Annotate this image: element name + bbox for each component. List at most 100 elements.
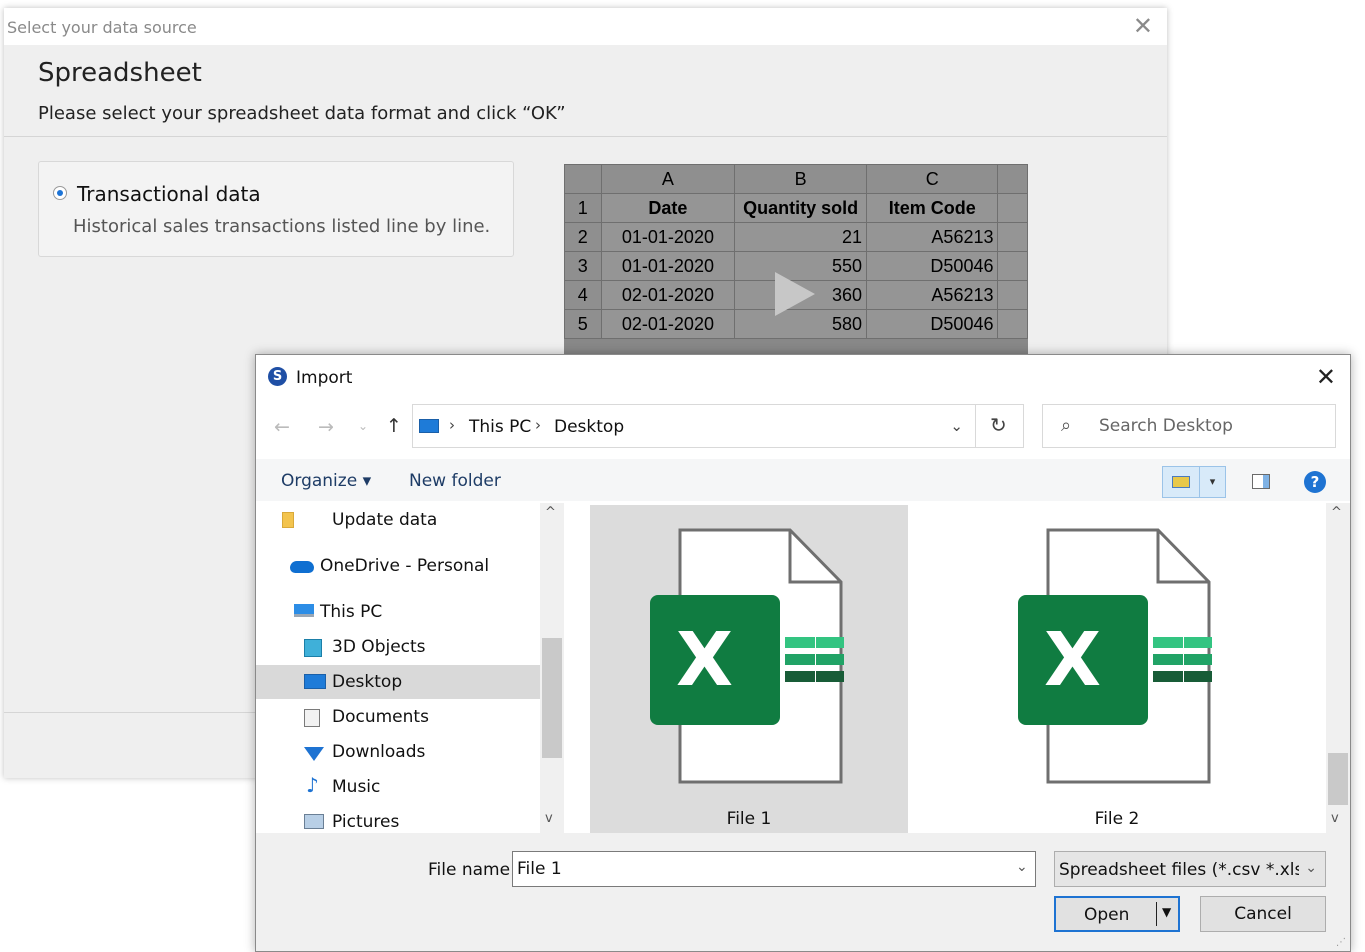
- nav-item-label: Music: [332, 777, 381, 797]
- documents-icon: [304, 709, 320, 727]
- table-cell: [997, 251, 1028, 281]
- address-bar[interactable]: › This PC › Desktop ⌄: [412, 404, 976, 448]
- nav-item-label: Update data: [332, 510, 438, 530]
- cloud-icon: [290, 561, 314, 573]
- row-header: 2: [564, 222, 602, 252]
- play-icon[interactable]: [775, 272, 815, 316]
- column-header-extra: [997, 164, 1028, 194]
- table-cell: [997, 280, 1028, 310]
- refresh-icon: ↻: [990, 413, 1007, 437]
- dialog-footer: File name: ⌄ Spreadsheet files (*.csv *.…: [256, 833, 1350, 951]
- excel-letter: X: [1044, 617, 1102, 703]
- nav-item-desktop[interactable]: Desktop: [256, 665, 540, 699]
- organize-button[interactable]: Organize ▾: [281, 471, 371, 491]
- table-cell: [997, 193, 1028, 223]
- scroll-thumb[interactable]: [542, 638, 562, 758]
- scroll-down-icon[interactable]: v: [545, 811, 553, 826]
- folder-icon: [282, 512, 294, 528]
- cancel-button[interactable]: Cancel: [1200, 896, 1326, 932]
- open-button[interactable]: Open ▼: [1054, 896, 1180, 932]
- open-button-label: Open: [1084, 905, 1130, 925]
- new-folder-button[interactable]: New folder: [409, 471, 501, 491]
- close-icon[interactable]: ✕: [1316, 363, 1336, 391]
- download-icon: [304, 747, 324, 761]
- forward-arrow-icon[interactable]: →: [318, 416, 334, 438]
- nav-item-label: Pictures: [332, 812, 400, 832]
- scroll-up-icon[interactable]: ^: [1331, 505, 1342, 520]
- nav-item-label: OneDrive - Personal: [320, 556, 490, 576]
- file-name-input[interactable]: [512, 851, 1036, 887]
- table-cell: 01-01-2020: [600, 251, 736, 281]
- close-icon[interactable]: ✕: [1133, 12, 1153, 40]
- navigation-pane: Update data OneDrive - Personal This PC …: [256, 503, 564, 833]
- divider: [4, 136, 1167, 137]
- nav-item-label: 3D Objects: [332, 637, 426, 657]
- breadcrumb-separator-icon[interactable]: ›: [449, 416, 455, 434]
- page-title: Spreadsheet: [38, 58, 202, 88]
- table-cell: Quantity sold: [734, 193, 868, 223]
- table-cell: D50046: [866, 309, 999, 339]
- dialog-title: Select your data source: [7, 18, 197, 37]
- nav-item-label: Downloads: [332, 742, 426, 762]
- file-item[interactable]: X File 2: [958, 505, 1276, 833]
- preview-pane-icon[interactable]: [1252, 474, 1270, 489]
- files-scrollbar[interactable]: ^ v: [1326, 503, 1350, 833]
- row-header: 1: [564, 193, 602, 223]
- column-header: C: [866, 164, 999, 194]
- file-type-select[interactable]: Spreadsheet files (*.csv *.xls *.xlsx) ⌄: [1054, 851, 1326, 887]
- command-bar: Organize ▾ New folder ▾ ?: [256, 459, 1350, 501]
- recent-locations-icon[interactable]: ⌄: [358, 419, 368, 433]
- table-cell: 02-01-2020: [600, 280, 736, 310]
- scroll-down-icon[interactable]: v: [1331, 811, 1339, 826]
- file-item[interactable]: X File 1: [590, 505, 908, 833]
- refresh-button[interactable]: ↻: [976, 404, 1024, 448]
- music-icon: ♪: [306, 773, 319, 797]
- resize-grip-icon[interactable]: ⋰: [1336, 937, 1346, 948]
- file-type-value: Spreadsheet files (*.csv *.xls *.xlsx): [1059, 860, 1299, 880]
- scroll-up-icon[interactable]: ^: [545, 505, 556, 520]
- split-divider: [1156, 902, 1157, 926]
- nav-item-label: Documents: [332, 707, 429, 727]
- radio-button[interactable]: [53, 186, 67, 200]
- nav-item-label: Desktop: [332, 672, 403, 692]
- search-input[interactable]: [1099, 415, 1319, 437]
- instructions-text: Please select your spreadsheet data form…: [38, 103, 566, 124]
- option-label: Transactional data: [77, 182, 261, 206]
- scroll-thumb[interactable]: [1328, 753, 1348, 805]
- chevron-down-icon[interactable]: ⌄: [1016, 859, 1028, 875]
- option-description: Historical sales transactions listed lin…: [73, 216, 491, 237]
- this-pc-icon: [419, 419, 439, 433]
- breadcrumb-desktop[interactable]: Desktop: [554, 417, 624, 437]
- spreadsheet-preview-video[interactable]: A B C 1 Date Quantity sold Item Code 2 0…: [564, 164, 1028, 354]
- view-icon: [1172, 476, 1190, 488]
- nav-item-label: This PC: [320, 602, 383, 622]
- desktop-icon: [304, 674, 326, 689]
- cube-icon: [304, 639, 322, 657]
- row-header: 4: [564, 280, 602, 310]
- table-cell: [997, 222, 1028, 252]
- breadcrumb-separator-icon[interactable]: ›: [535, 416, 541, 434]
- transactional-data-option[interactable]: Transactional data Historical sales tran…: [38, 161, 514, 257]
- corner-cell: [564, 164, 602, 194]
- nav-scrollbar[interactable]: ^ v: [540, 503, 564, 833]
- back-arrow-icon[interactable]: ←: [274, 416, 290, 438]
- file-name: File 2: [1094, 809, 1140, 829]
- table-cell: 02-01-2020: [600, 309, 736, 339]
- change-view-button[interactable]: [1162, 466, 1200, 498]
- view-options-dropdown[interactable]: ▾: [1200, 466, 1226, 498]
- chevron-down-icon[interactable]: ⌄: [950, 417, 963, 435]
- open-options-arrow-icon[interactable]: ▼: [1162, 905, 1171, 919]
- breadcrumb-this-pc[interactable]: This PC: [469, 417, 531, 437]
- excel-letter: X: [676, 617, 734, 703]
- search-box[interactable]: ⌕: [1042, 404, 1336, 448]
- search-icon: ⌕: [1061, 415, 1072, 436]
- file-name: File 1: [726, 809, 772, 829]
- file-name-label: File name:: [428, 860, 516, 880]
- column-header: A: [600, 164, 736, 194]
- row-header: 3: [564, 251, 602, 281]
- help-icon[interactable]: ?: [1304, 471, 1326, 493]
- import-dialog: S Import ✕ ← → ⌄ ↑ › This PC › Desktop ⌄…: [255, 354, 1351, 952]
- pictures-icon: [304, 814, 324, 829]
- up-arrow-icon[interactable]: ↑: [386, 415, 402, 437]
- table-cell: 21: [734, 222, 868, 252]
